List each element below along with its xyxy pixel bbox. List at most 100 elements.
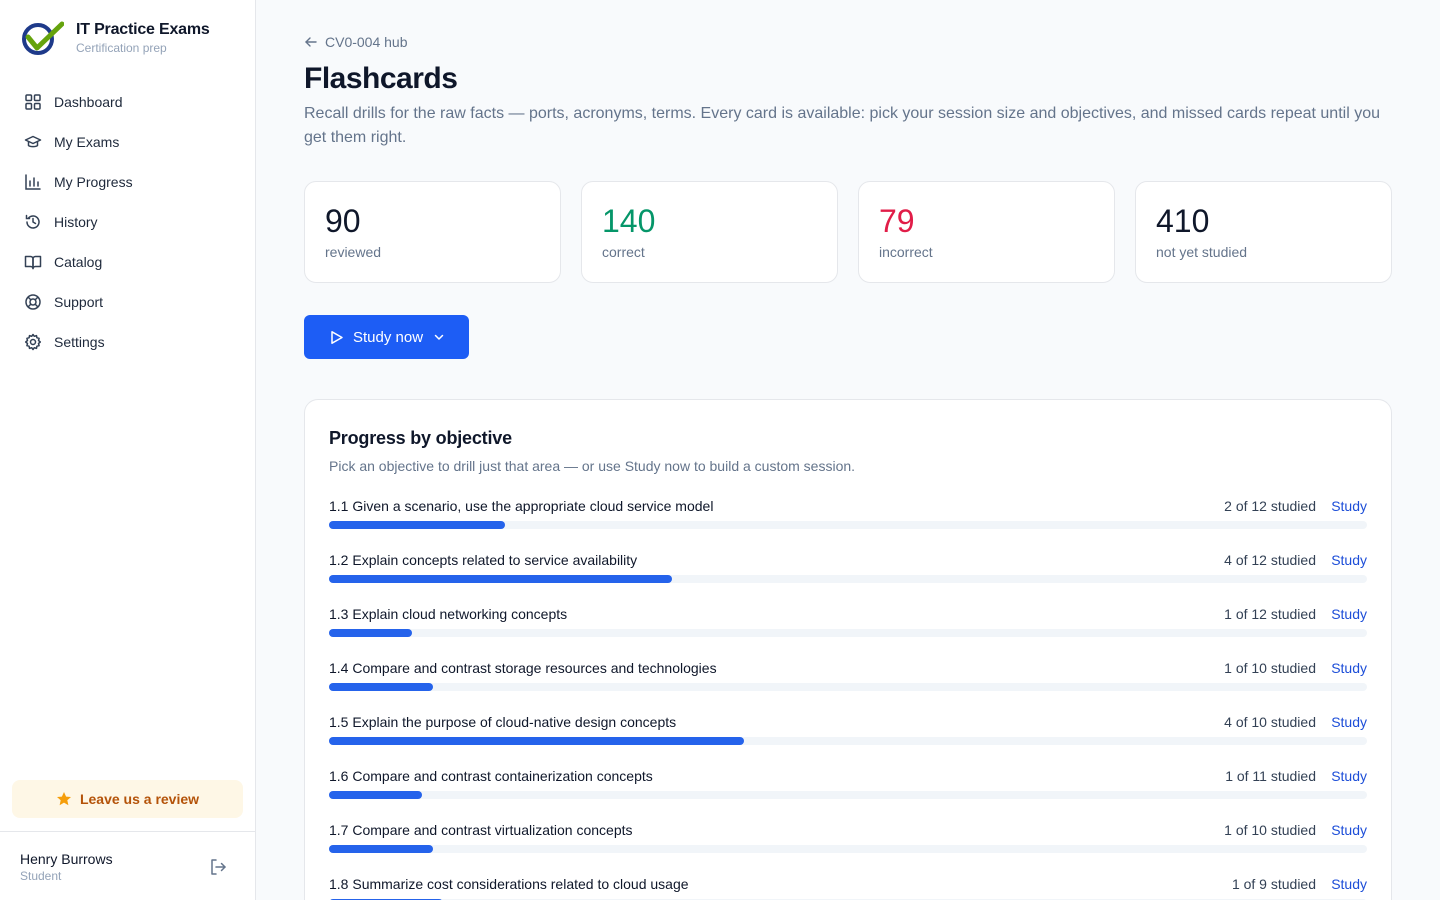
objective-label: 1.5 Explain the purpose of cloud-native …	[329, 714, 677, 730]
objective-count: 1 of 10 studied	[1224, 822, 1316, 838]
user-name: Henry Burrows	[20, 851, 113, 867]
objective-label: 1.6 Compare and contrast containerizatio…	[329, 768, 653, 784]
stat-label: incorrect	[879, 244, 933, 260]
progress-fill	[329, 629, 413, 637]
book-open-icon	[24, 253, 42, 271]
stat-label: correct	[602, 244, 645, 260]
leave-review-button[interactable]: Leave us a review	[12, 780, 243, 818]
objective-label: 1.4 Compare and contrast storage resourc…	[329, 660, 717, 676]
objective-count: 1 of 10 studied	[1224, 660, 1316, 676]
stat-label: not yet studied	[1156, 244, 1248, 260]
objective-count: 1 of 12 studied	[1224, 606, 1316, 622]
objective-study-link[interactable]: Study	[1331, 606, 1367, 622]
brand-title: IT Practice Exams	[76, 21, 210, 38]
sidebar-item-history[interactable]: History	[12, 202, 244, 242]
objective-row: 1.1 Given a scenario, use the appropriat…	[329, 496, 1367, 550]
sidebar-item-label: Catalog	[54, 254, 103, 270]
objective-row: 1.5 Explain the purpose of cloud-native …	[329, 712, 1367, 766]
progress-track	[329, 737, 1367, 745]
objective-study-link[interactable]: Study	[1331, 660, 1367, 676]
sidebar-item-label: Dashboard	[54, 94, 123, 110]
bar-chart-icon	[24, 173, 42, 191]
objective-list: 1.1 Given a scenario, use the appropriat…	[329, 496, 1367, 900]
objective-row: 1.3 Explain cloud networking concepts 1 …	[329, 604, 1367, 658]
sidebar: IT Practice Exams Certification prep Das…	[0, 0, 256, 900]
objective-label: 1.7 Compare and contrast virtualization …	[329, 822, 633, 838]
panel-subtitle: Pick an objective to drill just that are…	[329, 458, 856, 474]
star-icon	[56, 791, 72, 807]
sidebar-item-catalog[interactable]: Catalog	[12, 242, 244, 282]
stat-value: 410	[1156, 203, 1210, 239]
progress-fill	[329, 575, 672, 583]
graduation-cap-icon	[24, 133, 42, 151]
checkmark-logo-icon	[20, 20, 65, 56]
gear-icon	[24, 333, 42, 351]
arrow-left-icon	[304, 35, 318, 49]
objective-label: 1.8 Summarize cost considerations relate…	[329, 876, 689, 892]
progress-track	[329, 575, 1367, 583]
user-role: Student	[20, 869, 62, 883]
brand[interactable]: IT Practice Exams Certification prep	[20, 20, 210, 56]
history-icon	[24, 213, 42, 231]
objective-label: 1.3 Explain cloud networking concepts	[329, 606, 568, 622]
study-now-button[interactable]: Study now	[304, 315, 469, 359]
objective-count: 4 of 12 studied	[1224, 552, 1316, 568]
objective-progress-panel: Progress by objective Pick an objective …	[304, 399, 1392, 900]
objective-row: 1.2 Explain concepts related to service …	[329, 550, 1367, 604]
back-link-label: CV0-004 hub	[325, 34, 408, 50]
stat-card-incorrect: 79 incorrect	[858, 181, 1115, 283]
objective-study-link[interactable]: Study	[1331, 552, 1367, 568]
sidebar-item-settings[interactable]: Settings	[12, 322, 244, 362]
objective-study-link[interactable]: Study	[1331, 498, 1367, 514]
objective-count: 1 of 9 studied	[1231, 876, 1316, 892]
objective-row: 1.8 Summarize cost considerations relate…	[329, 874, 1367, 900]
progress-track	[329, 629, 1367, 637]
sidebar-item-label: History	[54, 214, 98, 230]
play-icon	[329, 330, 344, 345]
stat-value: 90	[325, 203, 361, 239]
back-link[interactable]: CV0-004 hub	[304, 34, 408, 50]
lifebuoy-icon	[24, 293, 42, 311]
objective-study-link[interactable]: Study	[1331, 822, 1367, 838]
stats-row: 90 reviewed 140 correct 79 incorrect 410…	[304, 181, 1392, 283]
sidebar-item-label: My Exams	[54, 134, 120, 150]
stat-value: 140	[602, 203, 656, 239]
objective-study-link[interactable]: Study	[1331, 714, 1367, 730]
sidebar-item-label: Support	[54, 294, 104, 310]
sidebar-item-my-progress[interactable]: My Progress	[12, 162, 244, 202]
sidebar-item-my-exams[interactable]: My Exams	[12, 122, 244, 162]
sidebar-item-label: My Progress	[54, 174, 133, 190]
leave-review-label: Leave us a review	[79, 791, 200, 807]
logout-icon[interactable]	[208, 857, 228, 877]
objective-row: 1.6 Compare and contrast containerizatio…	[329, 766, 1367, 820]
progress-track	[329, 521, 1367, 529]
stat-card-reviewed: 90 reviewed	[304, 181, 561, 283]
sidebar-item-dashboard[interactable]: Dashboard	[12, 82, 244, 122]
progress-fill	[329, 521, 506, 529]
objective-label: 1.2 Explain concepts related to service …	[329, 552, 638, 568]
stat-card-correct: 140 correct	[581, 181, 838, 283]
progress-fill	[329, 683, 433, 691]
page-title: Flashcards	[304, 62, 458, 95]
progress-track	[329, 845, 1367, 853]
page-description: Recall drills for the raw facts — ports,…	[304, 105, 1380, 146]
stat-value: 79	[879, 203, 915, 239]
objective-study-link[interactable]: Study	[1331, 876, 1367, 892]
study-now-label: Study now	[353, 328, 424, 346]
user-profile: Henry Burrows Student	[0, 831, 255, 900]
objective-row: 1.7 Compare and contrast virtualization …	[329, 820, 1367, 874]
objective-count: 1 of 11 studied	[1225, 768, 1316, 784]
brand-subtitle: Certification prep	[76, 41, 167, 55]
panel-title: Progress by objective	[329, 428, 512, 448]
stat-label: reviewed	[325, 244, 382, 260]
progress-track	[329, 683, 1367, 691]
progress-fill	[329, 737, 745, 745]
grid-icon	[24, 93, 42, 111]
objective-count: 4 of 10 studied	[1224, 714, 1316, 730]
sidebar-item-support[interactable]: Support	[12, 282, 244, 322]
objective-study-link[interactable]: Study	[1331, 768, 1367, 784]
progress-fill	[329, 791, 423, 799]
sidebar-item-label: Settings	[54, 334, 105, 350]
objective-label: 1.1 Given a scenario, use the appropriat…	[329, 498, 714, 514]
objective-row: 1.4 Compare and contrast storage resourc…	[329, 658, 1367, 712]
